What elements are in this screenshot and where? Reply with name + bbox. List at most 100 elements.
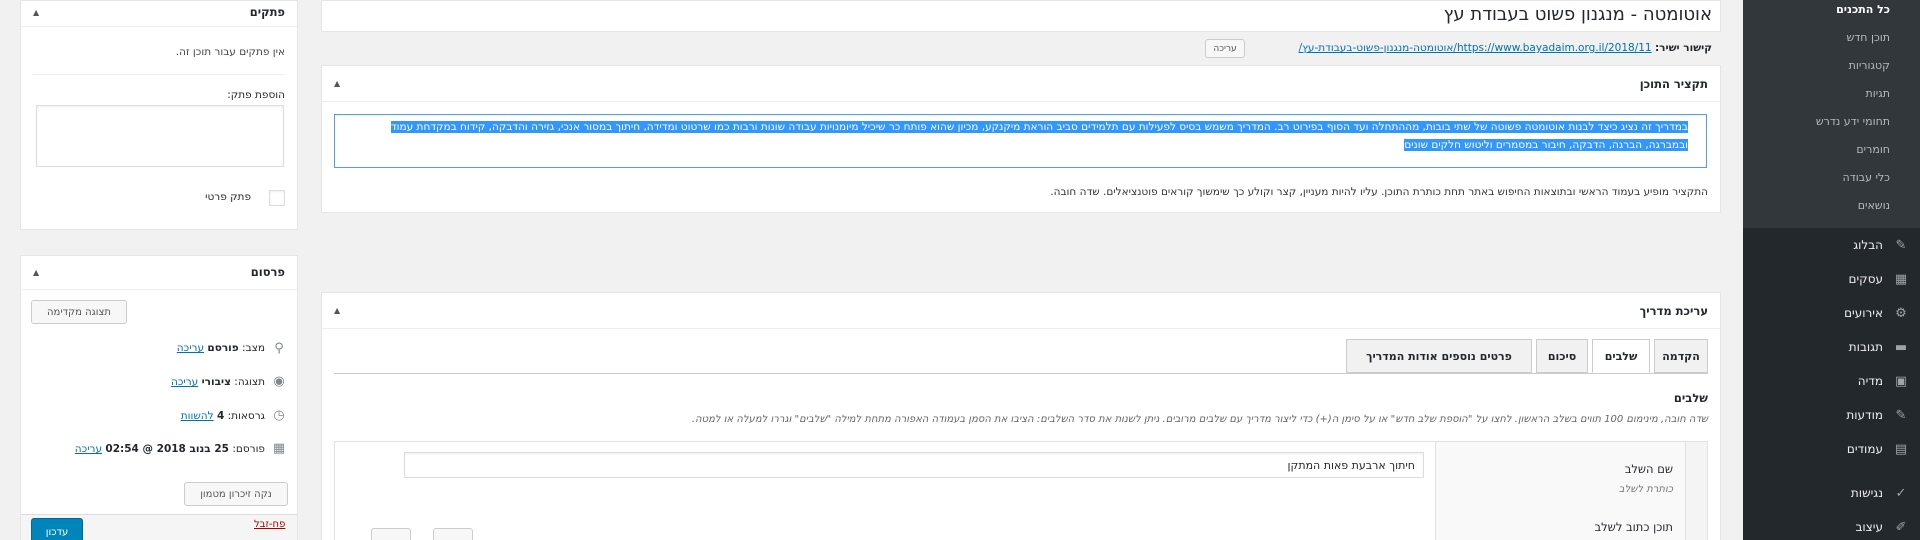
publish-box: פרסום ▲ תצוגה מקדימה ⚲ מצב: פורסם עריכה … xyxy=(20,255,298,540)
excerpt-box: תקציר התוכן ▲ במדריך זה נציג כיצד לבנות … xyxy=(321,65,1721,213)
check-icon: ✓ xyxy=(1895,485,1907,501)
tab-guide-details[interactable]: פרטים נוספים אודות המדריך xyxy=(1346,339,1532,373)
collapse-toggle-icon[interactable]: ▲ xyxy=(33,8,39,17)
submenu-categories[interactable]: קטגוריות xyxy=(1849,59,1890,72)
step-name-label: שם השלב xyxy=(1624,462,1673,476)
collapse-toggle-icon[interactable]: ▲ xyxy=(33,268,39,277)
submenu-materials[interactable]: חומרים xyxy=(1856,143,1890,156)
compare-revisions-link[interactable]: להשוות xyxy=(181,410,214,422)
excerpt-title: תקציר התוכן xyxy=(1639,77,1708,91)
published-edit-link[interactable]: עריכה xyxy=(75,443,102,455)
pin-icon: ✎ xyxy=(1895,237,1907,253)
status-row: מצב: פורסם עריכה xyxy=(177,342,265,354)
step-content-label: תוכן כתוב לשלב xyxy=(1594,520,1673,534)
add-note-label: הוספת פתק: xyxy=(227,89,285,101)
collapse-toggle-icon[interactable]: ▲ xyxy=(334,306,340,315)
page-icon: ▤ xyxy=(1894,441,1908,457)
submenu-new-content[interactable]: תוכן חדש xyxy=(1846,31,1890,44)
store-icon: ▦ xyxy=(1894,271,1908,287)
brush-icon: ✐ xyxy=(1895,519,1907,535)
guide-edit-box: עריכת מדריך ▲ הקדמה שלבים סיכום פרטים נו… xyxy=(321,292,1721,540)
menu-item-blog[interactable]: ✎ הבלוג xyxy=(1760,233,1910,257)
permalink-edit-button[interactable]: עריכה xyxy=(1205,39,1245,58)
calendar-icon: ▦ xyxy=(272,441,286,456)
clock-icon: ◷ xyxy=(273,408,285,423)
trash-link[interactable]: פח-זבל xyxy=(254,519,285,530)
notes-empty: אין פתקים עבור תוכן זה. xyxy=(175,46,285,58)
steps-label: שלבים xyxy=(1673,391,1708,405)
gear-icon: ⚙ xyxy=(1895,305,1907,321)
published-row: פורסם: 25 בנוב 2018 @ 02:54 עריכה xyxy=(75,443,265,455)
post-title-input[interactable]: אוטומטה - מנגנון פשוט בעבודת עץ xyxy=(1444,4,1712,25)
guide-title: עריכת מדריך xyxy=(1639,304,1708,318)
step-name-sublabel: כותרת לשלב xyxy=(1618,484,1673,495)
submenu-topics[interactable]: נושאים xyxy=(1858,199,1890,212)
visibility-value: ציבורי xyxy=(201,376,231,388)
menu-item-comments[interactable]: ▬ תגובות xyxy=(1760,335,1910,359)
menu-item-accessibility[interactable]: ✓ נגישות xyxy=(1760,481,1910,505)
excerpt-header[interactable]: תקציר התוכן ▲ xyxy=(322,66,1720,102)
visibility-row: תצוגה: ציבורי עריכה xyxy=(171,376,265,388)
permalink-link[interactable]: https://www.bayadaim.org.il/2018/11/אוטו… xyxy=(1299,42,1652,54)
steps-help: שדה חובה, מינימום 100 תווים בשלב הראשון.… xyxy=(691,414,1708,425)
menu-item-appearance[interactable]: ✐ עיצוב xyxy=(1760,515,1910,539)
comment-icon: ▬ xyxy=(1894,339,1908,355)
notes-header[interactable]: פתקים ▲ xyxy=(21,1,297,27)
purge-cache-button[interactable]: נקה זיכרון מטמון xyxy=(184,482,288,506)
pin-icon: ✎ xyxy=(1895,407,1907,423)
menu-item-media[interactable]: ▣ מדיה xyxy=(1760,369,1910,393)
guide-header[interactable]: עריכת מדריך ▲ xyxy=(322,293,1720,329)
tab-intro[interactable]: הקדמה xyxy=(1654,339,1708,373)
excerpt-text: במדריך זה נציג כיצד לבנות אוטומטה פשוטה … xyxy=(390,121,1688,151)
excerpt-help: התקציר מופיע בעמוד הראשי ובתוצאות החיפוש… xyxy=(1050,186,1708,198)
preview-button[interactable]: תצוגה מקדימה xyxy=(31,300,127,324)
private-note-label: פתק פרטי xyxy=(205,191,251,203)
publish-actions: פח-זבל עדכון xyxy=(21,514,297,540)
submenu-all-content[interactable]: כל התכנים xyxy=(1836,3,1890,16)
visibility-edit-link[interactable]: עריכה xyxy=(171,376,198,388)
drag-handle[interactable] xyxy=(1685,442,1707,540)
status-value: פורסם xyxy=(207,342,239,354)
update-button[interactable]: עדכון xyxy=(31,518,83,540)
notes-title: פתקים xyxy=(249,5,285,19)
step-name-value: חיתוך ארבעת פאות המתקן xyxy=(1287,459,1415,472)
admin-menu: כל התכנים תוכן חדש קטגוריות תגיות תחומי … xyxy=(1743,0,1920,540)
tab-summary[interactable]: סיכום xyxy=(1536,339,1588,373)
tabs-baseline xyxy=(334,373,1708,374)
notes-divider xyxy=(33,74,285,75)
excerpt-textarea[interactable]: במדריך זה נציג כיצד לבנות אוטומטה פשוטה … xyxy=(334,114,1707,168)
tab-steps[interactable]: שלבים xyxy=(1592,339,1650,373)
step-label-column: שם השלב כותרת לשלב תוכן כתוב לשלב xyxy=(1435,442,1685,540)
media-icon: ▣ xyxy=(1894,373,1908,389)
menu-item-events[interactable]: ⚙ אירועים xyxy=(1760,301,1910,325)
revisions-count: 4 xyxy=(216,410,225,422)
title-box: אוטומטה - מנגנון פשוט בעבודת עץ xyxy=(321,0,1721,32)
submenu-knowledge[interactable]: תחומי ידע נדרש xyxy=(1816,115,1890,128)
admin-submenu: כל התכנים תוכן חדש קטגוריות תגיות תחומי … xyxy=(1743,0,1920,228)
eye-icon: ◉ xyxy=(273,374,285,389)
revisions-label: גרסאות: xyxy=(227,410,265,422)
publish-title: פרסום xyxy=(250,265,285,279)
private-note-checkbox[interactable] xyxy=(269,190,285,206)
steps-repeater: שם השלב כותרת לשלב תוכן כתוב לשלב חיתוך … xyxy=(334,441,1708,540)
submenu-tags[interactable]: תגיות xyxy=(1866,87,1890,100)
editor-tab-visual[interactable] xyxy=(371,528,411,540)
permalink-row: קישור ישיר: https://www.bayadaim.org.il/… xyxy=(1299,42,1712,54)
visibility-label: תצוגה: xyxy=(234,376,265,388)
status-label: מצב: xyxy=(242,342,265,354)
menu-item-businesses[interactable]: ▦ עסקים xyxy=(1760,267,1910,291)
collapse-toggle-icon[interactable]: ▲ xyxy=(334,79,340,88)
step-name-input[interactable]: חיתוך ארבעת פאות המתקן xyxy=(404,452,1424,478)
add-note-textarea[interactable] xyxy=(36,105,284,167)
menu-item-ads[interactable]: ✎ מודעות xyxy=(1760,403,1910,427)
submenu-tools[interactable]: כלי עבודה xyxy=(1843,171,1890,184)
revisions-row: גרסאות: 4 להשוות xyxy=(181,410,265,422)
permalink-label: קישור ישיר: xyxy=(1654,42,1712,54)
status-edit-link[interactable]: עריכה xyxy=(177,342,204,354)
pin-icon: ⚲ xyxy=(274,341,284,356)
published-date: 25 בנוב 2018 @ 02:54 xyxy=(105,443,229,455)
publish-header[interactable]: פרסום ▲ xyxy=(21,256,297,290)
menu-item-pages[interactable]: ▤ עמודים xyxy=(1760,437,1910,461)
notes-box: פתקים ▲ אין פתקים עבור תוכן זה. הוספת פת… xyxy=(20,0,298,230)
editor-tab-text[interactable] xyxy=(433,528,473,540)
